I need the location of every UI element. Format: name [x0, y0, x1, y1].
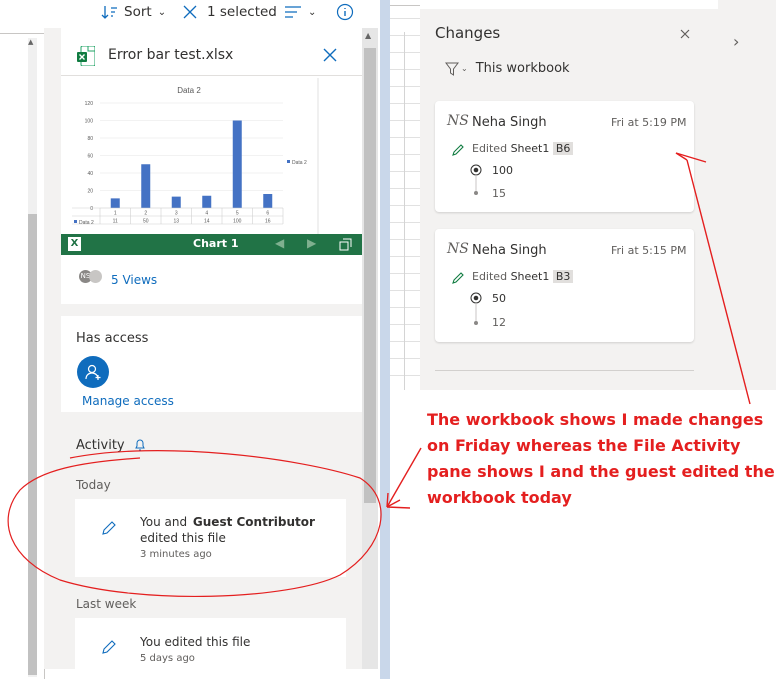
annotation-line: on Friday whereas the File Activity — [427, 436, 741, 455]
annotation-overlay — [7, 152, 751, 598]
annotation-arrow — [686, 159, 751, 405]
annotation-line: pane shows I and the guest edited the — [427, 462, 775, 481]
annotation-arrow — [386, 447, 422, 508]
annotation-line: workbook today — [427, 488, 572, 507]
highlight-ellipse — [7, 450, 382, 598]
annotation-line: The workbook shows I made changes — [427, 410, 764, 429]
